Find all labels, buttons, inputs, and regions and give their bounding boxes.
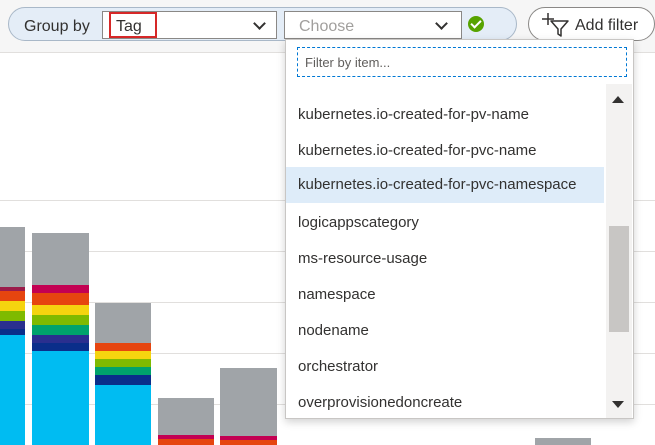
list-item[interactable]: orchestrator <box>286 349 604 385</box>
bar-segment <box>220 368 277 436</box>
bar-segment <box>32 293 89 305</box>
bar-segment <box>0 227 25 287</box>
bar-segment <box>95 343 151 351</box>
bar-segment <box>32 285 89 293</box>
scroll-down-arrow-icon[interactable] <box>612 401 624 408</box>
list-item[interactable]: nodename <box>286 313 604 349</box>
bar-segment <box>95 385 151 445</box>
bar-segment <box>0 321 25 329</box>
bar-segment <box>158 439 214 445</box>
filter-input-placeholder: Filter by item... <box>305 55 391 70</box>
bar-segment <box>32 351 89 445</box>
bar-segment <box>0 311 25 321</box>
list-item-highlighted[interactable]: kubernetes.io-created-for-pvc-namespace <box>286 167 604 203</box>
bar-segment <box>32 315 89 325</box>
scrollbar-thumb[interactable] <box>609 226 629 332</box>
bar-segment <box>158 398 214 435</box>
list-item-partial <box>286 84 604 86</box>
scroll-up-arrow-icon[interactable] <box>612 96 624 103</box>
bar-segment <box>0 291 25 301</box>
bar-segment <box>95 375 151 385</box>
add-filter-label: Add filter <box>575 17 639 34</box>
bar-segment <box>32 305 89 315</box>
bar-segment <box>0 335 25 445</box>
list-item[interactable]: kubernetes.io-created-for-pv-name <box>286 97 604 133</box>
check-circle-icon[interactable] <box>468 16 484 32</box>
bar-segment <box>535 438 591 445</box>
list-item[interactable]: logicappscategory <box>286 205 604 241</box>
list-item[interactable]: kubernetes.io-created-for-pvc-name <box>286 133 604 169</box>
group-by-value: Tag <box>116 18 142 35</box>
list-item[interactable]: overprovisionedoncreate <box>286 385 604 418</box>
list-item[interactable]: ms-resource-usage <box>286 241 604 277</box>
bar-segment <box>95 303 151 343</box>
bar-segment <box>32 325 89 335</box>
bar-segment <box>220 440 277 445</box>
bar-segment <box>95 351 151 359</box>
bar-segment <box>95 359 151 367</box>
list-item[interactable]: namespace <box>286 277 604 313</box>
tag-key-placeholder: Choose <box>299 18 355 35</box>
filter-plus-icon <box>542 13 569 37</box>
bar-segment <box>32 233 89 285</box>
group-by-label: Group by <box>24 18 90 35</box>
bar-segment <box>0 301 25 311</box>
bar-segment <box>32 335 89 343</box>
bar-segment <box>95 367 151 375</box>
dropdown-list[interactable]: kubernetes.io-created-for-pv-name kubern… <box>286 84 604 418</box>
bar-segment <box>32 343 89 351</box>
